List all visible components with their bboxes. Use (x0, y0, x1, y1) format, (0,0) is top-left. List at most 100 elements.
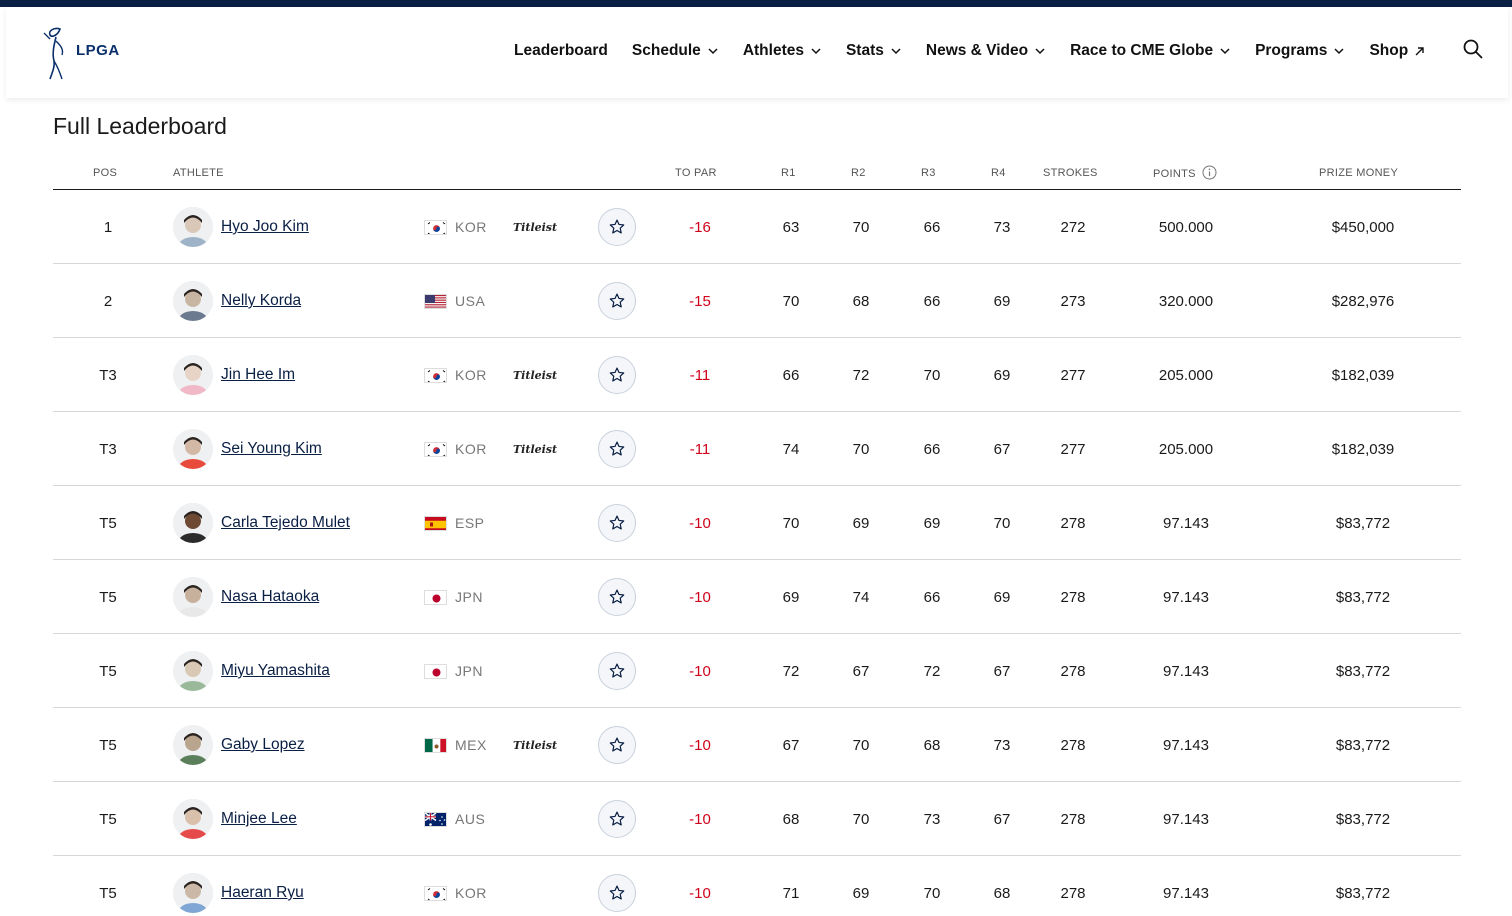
position: 1 (103, 218, 113, 236)
sponsor-logo: Titleist (513, 738, 558, 752)
country-code: KOR (455, 885, 487, 901)
points: 205.000 (1158, 366, 1214, 384)
favorite-cell (598, 338, 636, 412)
col-points[interactable]: POINTS (1153, 165, 1217, 180)
athlete-name-link[interactable]: Sei Young Kim (221, 440, 322, 458)
favorite-button[interactable] (598, 578, 636, 616)
nav-item-race-to-cme-globe[interactable]: Race to CME Globe (1070, 42, 1231, 60)
flag-kor-icon (424, 885, 447, 901)
round-1: 63 (782, 218, 800, 236)
strokes: 278 (1060, 514, 1086, 532)
athlete-name-link[interactable]: Jin Hee Im (221, 366, 295, 384)
avatar[interactable] (173, 577, 213, 617)
athlete-name-link[interactable]: Hyo Joo Kim (221, 218, 309, 236)
favorite-button[interactable] (598, 208, 636, 246)
athlete-name-cell: Carla Tejedo Mulet (221, 486, 421, 560)
round-1: 70 (782, 292, 800, 310)
athlete-name-link[interactable]: Haeran Ryu (221, 884, 304, 902)
nav-item-news-video[interactable]: News & Video (926, 42, 1046, 60)
avatar[interactable] (173, 429, 213, 469)
position: T5 (99, 736, 117, 754)
favorite-cell (598, 708, 636, 782)
flag-mex-icon (424, 737, 447, 753)
col-r2[interactable]: R2 (851, 167, 866, 179)
sponsor-logo (513, 560, 563, 634)
col-r3[interactable]: R3 (921, 167, 936, 179)
col-prize-money[interactable]: PRIZE MONEY (1319, 167, 1398, 179)
avatar-cell (173, 856, 213, 916)
strokes: 277 (1060, 440, 1086, 458)
avatar[interactable] (173, 873, 213, 913)
col-athlete[interactable]: ATHLETE (173, 167, 224, 179)
athlete-name-link[interactable]: Miyu Yamashita (221, 662, 330, 680)
position: T3 (99, 440, 117, 458)
favorite-button[interactable] (598, 356, 636, 394)
avatar[interactable] (173, 355, 213, 395)
nav-item-shop[interactable]: Shop (1369, 42, 1425, 60)
athlete-name-cell: Miyu Yamashita (221, 634, 421, 708)
avatar[interactable] (173, 207, 213, 247)
avatar[interactable] (173, 651, 213, 691)
favorite-button[interactable] (598, 874, 636, 912)
athlete-name-link[interactable]: Carla Tejedo Mulet (221, 514, 350, 532)
favorite-cell (598, 782, 636, 856)
points: 97.143 (1163, 588, 1209, 606)
athlete-name-link[interactable]: Nasa Hataoka (221, 588, 319, 606)
round-2: 70 (852, 440, 870, 458)
avatar[interactable] (173, 503, 213, 543)
country-code: KOR (455, 367, 487, 383)
star-icon (609, 441, 625, 456)
col-to-par[interactable]: TO PAR (675, 167, 717, 179)
col-strokes[interactable]: STROKES (1043, 167, 1098, 179)
prize-money: $450,000 (1331, 218, 1395, 236)
athlete-name-cell: Nelly Korda (221, 264, 421, 338)
prize-money: $83,772 (1335, 662, 1391, 680)
avatar[interactable] (173, 799, 213, 839)
nav-item-programs[interactable]: Programs (1255, 42, 1345, 60)
avatar[interactable] (173, 281, 213, 321)
sponsor-logo: Titleist (513, 220, 558, 234)
favorite-button[interactable] (598, 282, 636, 320)
round-3: 72 (923, 662, 941, 680)
prize-money: $83,772 (1335, 588, 1391, 606)
sponsor-logo: Titleist (513, 368, 558, 382)
col-pos[interactable]: POS (93, 167, 117, 179)
info-icon[interactable] (1202, 165, 1217, 180)
favorite-button[interactable] (598, 504, 636, 542)
search-button[interactable] (1463, 39, 1485, 61)
nav-item-athletes[interactable]: Athletes (743, 42, 822, 60)
favorite-button[interactable] (598, 726, 636, 764)
country-code: ESP (455, 515, 485, 531)
prize-money: $182,039 (1331, 440, 1395, 458)
col-r4[interactable]: R4 (991, 167, 1006, 179)
favorite-cell (598, 412, 636, 486)
col-points-label: POINTS (1153, 167, 1196, 180)
favorite-cell (598, 264, 636, 338)
round-1: 69 (782, 588, 800, 606)
nav-item-leaderboard[interactable]: Leaderboard (514, 42, 608, 60)
lpga-logo[interactable]: LPGA (40, 21, 130, 83)
country-cell: JPN (424, 634, 504, 708)
athlete-name-link[interactable]: Minjee Lee (221, 810, 297, 828)
position: 2 (103, 292, 113, 310)
nav-item-schedule[interactable]: Schedule (632, 42, 719, 60)
flag-jpn-icon (424, 663, 447, 679)
flag-usa-icon (424, 293, 447, 309)
nav-item-stats[interactable]: Stats (846, 42, 902, 60)
main-nav: Leaderboard Schedule Athletes Stats News & V… (514, 37, 1449, 65)
external-link-icon (1415, 46, 1424, 55)
star-icon (609, 737, 625, 752)
athlete-name-link[interactable]: Gaby Lopez (221, 736, 305, 754)
sponsor-logo (513, 856, 563, 916)
favorite-button[interactable] (598, 430, 636, 468)
col-r1[interactable]: R1 (781, 167, 796, 179)
avatar[interactable] (173, 725, 213, 765)
nav-item-label: Leaderboard (514, 42, 608, 59)
favorite-button[interactable] (598, 800, 636, 838)
table-row: T5 Miyu Yamashita JPN -10 72 67 72 67 278 97.143 $… (53, 634, 1461, 708)
prize-money: $83,772 (1335, 810, 1391, 828)
favorite-button[interactable] (598, 652, 636, 690)
athlete-name-link[interactable]: Nelly Korda (221, 292, 301, 310)
table-row: T3 Jin Hee Im KOR Titleist -11 66 72 70 69 277 205… (53, 338, 1461, 412)
round-1: 68 (782, 810, 800, 828)
